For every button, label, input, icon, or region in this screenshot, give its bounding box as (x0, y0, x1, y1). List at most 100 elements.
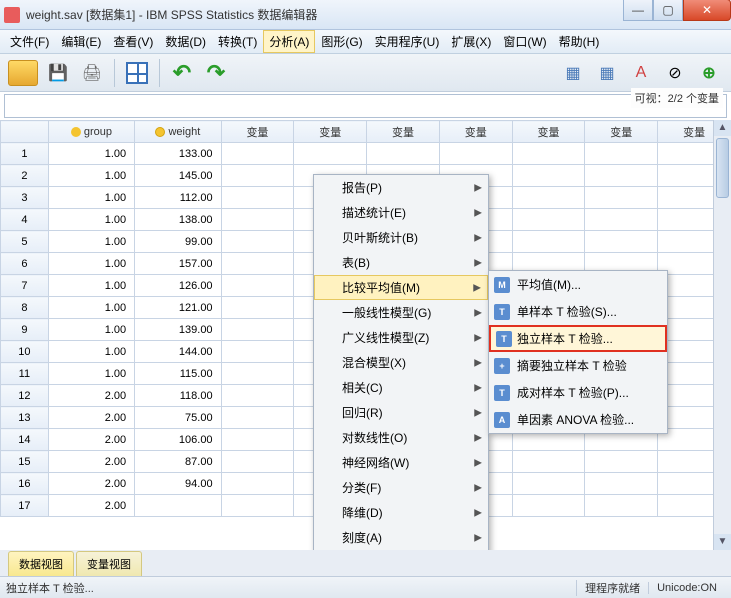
row-number[interactable]: 13 (1, 407, 49, 429)
cell-weight[interactable]: 94.00 (135, 473, 221, 495)
dropdown-item[interactable]: 相关(C)▶ (314, 375, 488, 400)
row-number[interactable]: 16 (1, 473, 49, 495)
dropdown-item[interactable]: 表(B)▶ (314, 250, 488, 275)
col-group[interactable]: group (48, 121, 134, 143)
cell-weight[interactable] (135, 495, 221, 517)
col-var-6[interactable]: 变量 (585, 121, 658, 143)
dropdown-item[interactable]: 报告(P)▶ (314, 175, 488, 200)
cell-group[interactable]: 1.00 (48, 209, 134, 231)
cell-group[interactable]: 2.00 (48, 451, 134, 473)
row-number[interactable]: 4 (1, 209, 49, 231)
formula-bar[interactable] (4, 94, 727, 118)
cell-group[interactable]: 2.00 (48, 429, 134, 451)
scroll-up-icon[interactable]: ▲ (714, 120, 731, 136)
dropdown-item[interactable]: 回归(R)▶ (314, 400, 488, 425)
cell-group[interactable]: 2.00 (48, 385, 134, 407)
cell-weight[interactable]: 144.00 (135, 341, 221, 363)
row-number[interactable]: 7 (1, 275, 49, 297)
menu-extensions[interactable]: 扩展(X) (445, 30, 497, 53)
cell-group[interactable]: 1.00 (48, 231, 134, 253)
dropdown-item[interactable]: 刻度(A)▶ (314, 525, 488, 550)
menu-transform[interactable]: 转换(T) (212, 30, 263, 53)
cell-weight[interactable]: 126.00 (135, 275, 221, 297)
add-icon[interactable]: ⊕ (695, 59, 723, 87)
cell-weight[interactable]: 115.00 (135, 363, 221, 385)
chart-icon[interactable]: ▦ (559, 59, 587, 87)
tab-variable-view[interactable]: 变量视图 (76, 551, 142, 576)
cell-weight[interactable]: 118.00 (135, 385, 221, 407)
tab-data-view[interactable]: 数据视图 (8, 551, 74, 576)
submenu-item[interactable]: T 成对样本 T 检验(P)... (489, 379, 667, 406)
corner-cell[interactable] (1, 121, 49, 143)
cell-weight[interactable]: 138.00 (135, 209, 221, 231)
submenu-item[interactable]: M 平均值(M)... (489, 271, 667, 298)
menu-graphs[interactable]: 图形(G) (315, 30, 368, 53)
menu-utilities[interactable]: 实用程序(U) (369, 30, 446, 53)
row-number[interactable]: 5 (1, 231, 49, 253)
col-var-4[interactable]: 变量 (439, 121, 512, 143)
row-number[interactable]: 14 (1, 429, 49, 451)
submenu-item[interactable]: T 单样本 T 检验(S)... (489, 298, 667, 325)
dropdown-item[interactable]: 分类(F)▶ (314, 475, 488, 500)
grid-icon[interactable]: ▦ (593, 59, 621, 87)
menu-window[interactable]: 窗口(W) (497, 30, 552, 53)
filter-icon[interactable]: ⊘ (661, 59, 689, 87)
save-icon[interactable]: 💾 (44, 59, 72, 87)
cell-weight[interactable]: 139.00 (135, 319, 221, 341)
cell-group[interactable]: 1.00 (48, 363, 134, 385)
dropdown-item[interactable]: 神经网络(W)▶ (314, 450, 488, 475)
row-number[interactable]: 3 (1, 187, 49, 209)
row-number[interactable]: 15 (1, 451, 49, 473)
dropdown-item[interactable]: 对数线性(O)▶ (314, 425, 488, 450)
menu-data[interactable]: 数据(D) (159, 30, 212, 53)
cell-group[interactable]: 1.00 (48, 187, 134, 209)
dropdown-item[interactable]: 一般线性模型(G)▶ (314, 300, 488, 325)
row-number[interactable]: 6 (1, 253, 49, 275)
cell-group[interactable]: 2.00 (48, 407, 134, 429)
dropdown-item[interactable]: 混合模型(X)▶ (314, 350, 488, 375)
row-number[interactable]: 10 (1, 341, 49, 363)
open-icon[interactable] (8, 60, 38, 86)
col-var-5[interactable]: 变量 (512, 121, 585, 143)
cell-group[interactable]: 2.00 (48, 473, 134, 495)
menu-analyze[interactable]: 分析(A) (263, 30, 315, 53)
menu-view[interactable]: 查看(V) (107, 30, 159, 53)
col-var-2[interactable]: 变量 (294, 121, 367, 143)
maximize-button[interactable]: ▢ (653, 0, 683, 21)
cell-weight[interactable]: 87.00 (135, 451, 221, 473)
scroll-thumb[interactable] (716, 138, 729, 198)
cell-weight[interactable]: 106.00 (135, 429, 221, 451)
row-number[interactable]: 17 (1, 495, 49, 517)
cell-weight[interactable]: 75.00 (135, 407, 221, 429)
cell-weight[interactable]: 133.00 (135, 143, 221, 165)
col-var-3[interactable]: 变量 (367, 121, 440, 143)
dropdown-item[interactable]: 描述统计(E)▶ (314, 200, 488, 225)
cell-group[interactable]: 1.00 (48, 275, 134, 297)
print-icon[interactable]: 🖨 (78, 59, 106, 87)
table-icon[interactable] (123, 59, 151, 87)
row-number[interactable]: 12 (1, 385, 49, 407)
cell-group[interactable]: 1.00 (48, 253, 134, 275)
cell-weight[interactable]: 121.00 (135, 297, 221, 319)
col-weight[interactable]: weight (135, 121, 221, 143)
submenu-item[interactable]: T 独立样本 T 检验... (489, 325, 667, 352)
menu-help[interactable]: 帮助(H) (553, 30, 606, 53)
row-number[interactable]: 9 (1, 319, 49, 341)
submenu-item[interactable]: A 单因素 ANOVA 检验... (489, 406, 667, 433)
cell-group[interactable]: 1.00 (48, 297, 134, 319)
cell-group[interactable]: 1.00 (48, 341, 134, 363)
col-var-1[interactable]: 变量 (221, 121, 294, 143)
format-icon[interactable]: A (627, 59, 655, 87)
close-button[interactable]: ✕ (683, 0, 731, 21)
dropdown-item[interactable]: 降维(D)▶ (314, 500, 488, 525)
row-number[interactable]: 8 (1, 297, 49, 319)
row-number[interactable]: 1 (1, 143, 49, 165)
menu-edit[interactable]: 编辑(E) (55, 30, 107, 53)
redo-icon[interactable]: ↷ (202, 59, 230, 87)
scroll-down-icon[interactable]: ▼ (714, 534, 731, 550)
cell-weight[interactable]: 99.00 (135, 231, 221, 253)
cell-weight[interactable]: 157.00 (135, 253, 221, 275)
cell-group[interactable]: 1.00 (48, 319, 134, 341)
cell-weight[interactable]: 112.00 (135, 187, 221, 209)
submenu-item[interactable]: + 摘要独立样本 T 检验 (489, 352, 667, 379)
